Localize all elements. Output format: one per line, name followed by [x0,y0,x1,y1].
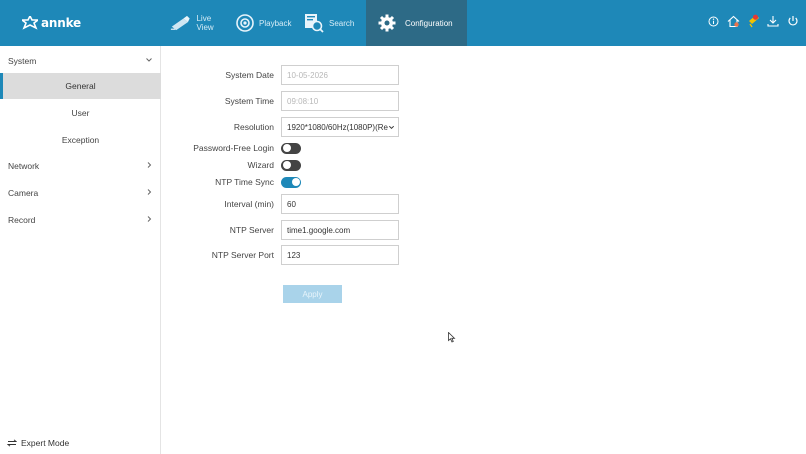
system-date-row: System Date 10-05-2026 [161,65,399,85]
logo-mark-icon [22,16,38,30]
info-icon[interactable] [706,14,720,28]
password-free-login-toggle[interactable] [281,142,301,154]
main-nav: Live View Playback Search Configuration [170,0,467,46]
ntp-time-sync-label: NTP Time Sync [215,177,274,187]
resolution-row: Resolution 1920*1080/60Hz(1080P)(Re [161,117,399,137]
chevron-right-icon [147,189,152,195]
camera-icon [170,15,190,31]
resolution-value: 1920*1080/60Hz(1080P)(Re [287,122,388,132]
top-bar: annke Live View Playback Search Configur… [0,0,806,46]
ntp-server-port-row: NTP Server Port 123 [161,245,399,265]
home-icon[interactable] [726,14,740,28]
chevron-right-icon [147,216,152,222]
interval-row: Interval (min) 60 [161,194,399,214]
power-icon[interactable] [786,14,800,28]
wizard-label: Wizard [247,160,274,170]
brand-logo: annke [22,15,81,31]
ntp-server-input[interactable]: time1.google.com [281,220,399,240]
gear-icon [378,14,396,32]
ntp-time-sync-toggle[interactable] [281,176,301,188]
resolution-label: Resolution [233,122,274,132]
ntp-server-label: NTP Server [229,225,274,235]
swap-icon [7,439,17,447]
chevron-down-icon [388,125,395,129]
ntp-server-port-label: NTP Server Port [211,250,274,260]
nav-live-view[interactable]: Live View [170,0,227,46]
wizard-toggle[interactable] [281,159,301,171]
system-date-field: 10-05-2026 [281,65,399,85]
download-icon[interactable] [766,14,780,28]
system-time-field: 09:08:10 [281,91,399,111]
system-time-label: System Time [224,96,274,106]
mouse-cursor-icon [448,332,456,343]
nav-playback[interactable]: Playback [236,0,294,46]
alarm-icon[interactable] [746,14,760,28]
ntp-time-sync-row: NTP Time Sync [161,172,301,192]
system-time-row: System Time 09:08:10 [161,91,399,111]
interval-label: Interval (min) [224,199,274,209]
interval-input[interactable]: 60 [281,194,399,214]
nav-search[interactable]: Search [304,0,366,46]
chevron-down-icon [146,58,152,62]
playback-icon [236,14,254,32]
search-icon [305,14,324,33]
ntp-server-port-input[interactable]: 123 [281,245,399,265]
nav-configuration[interactable]: Configuration [366,0,467,46]
system-date-label: System Date [225,70,274,80]
apply-button[interactable]: Apply [283,285,342,303]
ntp-server-row: NTP Server time1.google.com [161,220,399,240]
expert-mode-button[interactable]: Expert Mode [7,438,69,448]
password-free-login-label: Password-Free Login [193,143,274,153]
brand-logo-text: annke [41,16,81,30]
resolution-select[interactable]: 1920*1080/60Hz(1080P)(Re [281,117,399,137]
general-settings-form: System Date 10-05-2026 System Time 09:08… [161,46,806,454]
top-icons [706,14,800,28]
